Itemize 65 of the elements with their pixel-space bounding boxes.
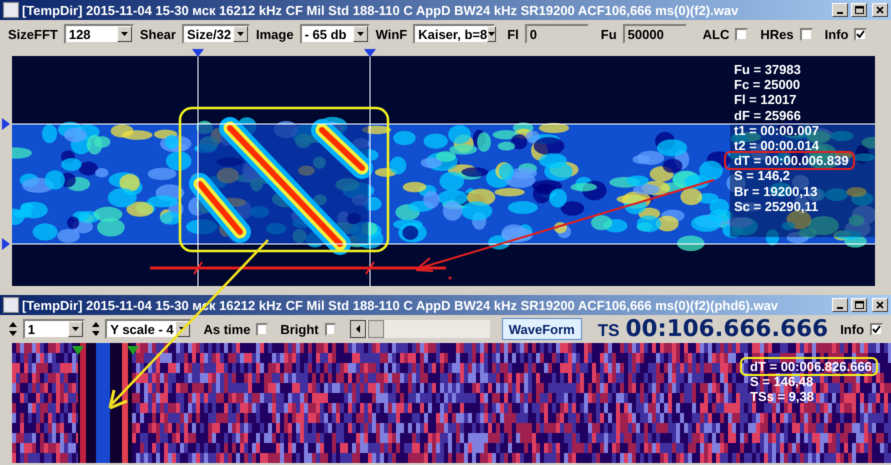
minimize-button[interactable] [832, 3, 848, 17]
dropdown[interactable]: 128 [64, 24, 134, 44]
caret-icon [352, 26, 368, 42]
app-logo-icon [3, 2, 19, 18]
dropdown[interactable]: - 65 db [300, 24, 370, 44]
maximize-icon [854, 6, 864, 14]
dropdown[interactable]: Y scale - 4 [105, 319, 192, 339]
checkbox[interactable] [854, 28, 868, 40]
caret-icon [68, 321, 83, 337]
control-label: Shear [140, 26, 176, 42]
close-button[interactable] [872, 298, 888, 312]
readout-text: dF = 25966 [734, 108, 802, 123]
marker-icon[interactable] [72, 346, 84, 355]
ts-label: TS [598, 321, 620, 341]
caret-icon [116, 26, 132, 42]
caret-icon [232, 26, 248, 42]
control-label: Fl [507, 26, 519, 42]
checkbox-label: Bright [280, 322, 319, 336]
dropdown[interactable]: 1 [22, 319, 85, 339]
checkbox-label: Info [824, 26, 848, 42]
caret-icon [487, 26, 496, 42]
marker-icon[interactable] [2, 118, 10, 130]
checkmark-icon [856, 30, 866, 38]
dropdown[interactable]: Size/32 [182, 24, 250, 44]
close-button[interactable] [872, 3, 888, 17]
control-label: Image [256, 26, 294, 42]
app-logo-icon [3, 297, 19, 313]
scrollbar[interactable] [350, 320, 490, 338]
input-field[interactable]: 0 [524, 24, 589, 44]
checkbox-label: As time [204, 322, 250, 336]
maximize-icon [854, 301, 864, 309]
checkbox[interactable] [324, 322, 336, 336]
dot-mark [448, 276, 452, 280]
checkbox-label: HRes [760, 26, 794, 42]
checkbox[interactable] [800, 28, 813, 40]
readout-text: t1 = 00:00.007 [734, 122, 820, 138]
close-icon [876, 301, 884, 309]
readout-text: Sc = 25290,11 [734, 198, 820, 214]
readout-text: Br = 19200,13 [734, 184, 818, 199]
control-label: SizeFFT [8, 26, 58, 42]
maximize-button[interactable] [851, 3, 867, 17]
marker-icon[interactable] [2, 238, 10, 250]
readout-text: Fl = 12017 [734, 92, 798, 108]
control-label: Fu [600, 26, 617, 42]
checkbox[interactable] [870, 322, 884, 336]
readout-text: Fu = 37983 [734, 62, 802, 78]
checkbox-label: ALC [702, 26, 730, 42]
checkbox-label: Info [840, 322, 864, 336]
control-label: WinF [376, 26, 408, 42]
input-field[interactable]: 50000 [622, 24, 687, 44]
readout-text: S = 146,2 [734, 168, 792, 184]
checkbox[interactable] [256, 322, 268, 336]
minimize-button[interactable] [832, 298, 848, 312]
maximize-button[interactable] [851, 298, 867, 312]
close-icon [876, 6, 884, 14]
timestamp-value: 00:106.666.666 [625, 316, 828, 342]
readout-text: dT = 00:00.006.839 [734, 153, 849, 168]
checkmark-icon [872, 325, 882, 333]
marker-icon[interactable] [127, 346, 139, 355]
waveform-button[interactable]: WaveForm [502, 318, 582, 340]
readout-text: t2 = 00:00.014 [734, 138, 820, 154]
window-title: [TempDir] 2015-11-04 15-30 мск 16212 kHz CF Mil Std 188-110 C AppD BW24 kHz SR19200 ACF106,666 ms(0)(f2).wav [22, 2, 740, 18]
checkbox[interactable] [735, 28, 748, 40]
dropdown[interactable]: Kaiser, b=8 [413, 24, 496, 44]
readout-text: Fc = 25000 [734, 77, 802, 92]
